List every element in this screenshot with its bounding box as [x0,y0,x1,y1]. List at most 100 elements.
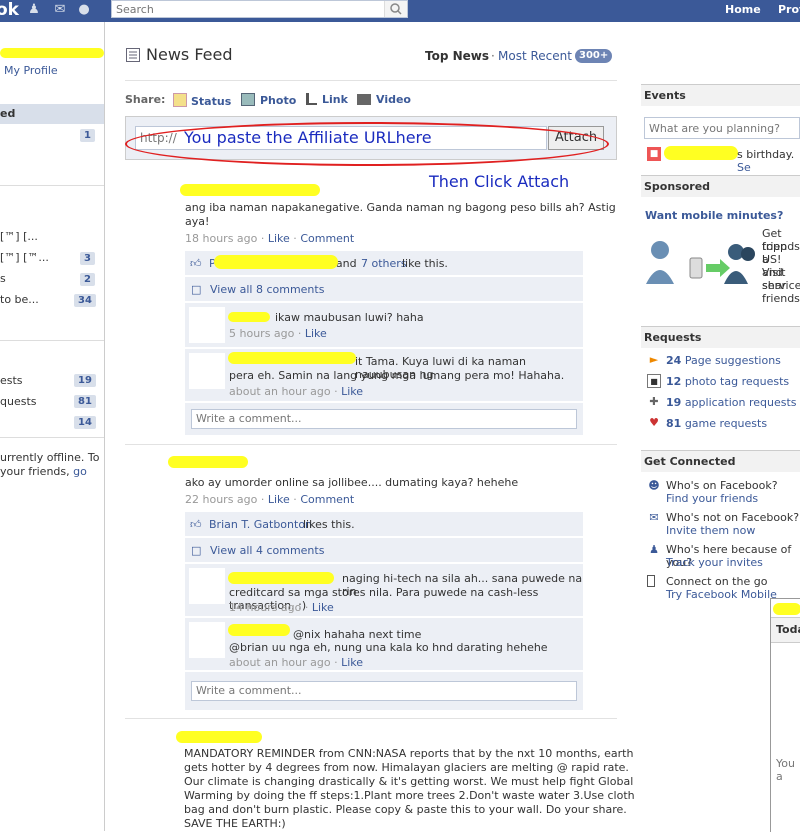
comment-like-link[interactable]: Like [312,601,334,614]
comments-icon: □ [191,544,202,557]
ad-title-link[interactable]: Want mobile minutes? [645,209,783,222]
comment-time: 5 hours ago [229,327,295,340]
comment-time: about an hour ago [229,656,331,669]
search-button[interactable] [384,1,407,17]
nav-profile-link[interactable]: Profile [778,3,800,16]
sidebar-item[interactable]: to be... [0,293,39,306]
redacted-name-highlight [228,624,290,636]
messages-icon[interactable]: ✉ [52,2,68,18]
sidebar-selected-label: ed [0,107,16,120]
request-item[interactable]: 24 Page suggestions [666,354,781,367]
redacted-name-highlight [214,255,338,269]
request-item[interactable]: 81 game requests [666,417,767,430]
share-photo-button[interactable]: Photo [241,93,296,107]
write-comment-input[interactable]: Write a comment... [191,409,577,429]
likes-others-link[interactable]: 7 others [361,257,407,270]
find-friends-link[interactable]: Find your friends [666,492,758,505]
facebook-mobile-link[interactable]: Try Facebook Mobile [666,588,777,601]
comment-avatar[interactable] [189,568,225,604]
see-all-link[interactable]: Se [737,161,751,174]
my-profile-link[interactable]: My Profile [4,64,58,77]
comment-time: about an hour ago [229,385,331,398]
sidebar-count: 34 [74,294,96,307]
share-video-button[interactable]: Video [357,93,411,106]
mobile-phone-icon [647,575,655,587]
most-recent-tab[interactable]: Most Recent [498,49,572,63]
like-link[interactable]: Like [268,232,290,245]
top-news-tab[interactable]: Top News [425,49,489,63]
redacted-name-highlight [0,48,104,58]
chat-offline-text: your friends, go [0,465,87,478]
comment-link[interactable]: Comment [300,493,354,506]
chat-status-text: You a [776,757,795,783]
comment-like-link[interactable]: Like [341,656,363,669]
connect-question: Connect on the go [666,575,768,588]
likes-name[interactable]: Brian T. Gatbonton [209,518,312,531]
sidebar-item[interactable]: s [0,272,6,285]
comment-meta: about an hour ago · Like [229,656,364,669]
comment-avatar[interactable] [189,622,225,658]
write-comment-input[interactable]: Write a comment... [191,681,577,701]
go-online-link[interactable]: go [73,465,87,478]
comment-avatar[interactable] [189,307,225,343]
request-label: photo tag requests [684,375,790,388]
sidebar-count: 19 [74,374,96,387]
status-icon [173,93,187,107]
view-all-comments-link[interactable]: View all 4 comments [210,544,324,557]
facebook-logo[interactable]: ok [0,0,19,20]
redacted-name-highlight [176,731,262,743]
ad-image[interactable] [644,234,756,298]
share-link-button[interactable]: Link [306,93,348,106]
comment-like-link[interactable]: Like [305,327,327,340]
event-input-placeholder: What are you planning? [649,122,780,135]
track-invites-link[interactable]: Track your invites [666,556,763,569]
comment-text: @nix hahaha next time [293,628,422,641]
like-link[interactable]: Like [268,493,290,506]
comment: ikaw maubusan luwi? haha 5 hours ago · L… [185,303,583,347]
view-all-row[interactable]: □ View all 8 comments [185,277,583,301]
story-divider [125,718,617,719]
friend-requests-icon[interactable]: ♟ [26,2,42,18]
search-input[interactable] [112,1,386,17]
comment-link[interactable]: Comment [300,232,354,245]
request-item[interactable]: 12 photo tag requests [666,375,789,388]
story-avatar[interactable] [128,184,164,220]
gift-icon: ■ [647,147,661,161]
birthday-label: s birthday. [737,148,795,161]
chat-popup[interactable]: Toda You a [770,598,800,832]
sidebar-item[interactable]: quests [0,395,37,408]
story-avatar[interactable] [128,454,164,490]
redacted-name-highlight [228,352,356,364]
story-text: MANDATORY REMINDER from CNN:NASA reports… [184,747,634,760]
like-thumb-icon: 👍︎ [190,518,202,531]
share-status-button[interactable]: Status [173,93,231,108]
page-suggestion-icon: ► [649,353,659,366]
redacted-name-highlight [228,572,334,584]
sidebar-selected-item[interactable]: ed [0,104,104,124]
invite-icon: ✉ [649,511,659,524]
recent-count-badge[interactable]: 300+ [575,49,613,63]
story-avatar[interactable] [128,728,164,764]
comment-avatar[interactable] [189,353,225,389]
request-label: Page suggestions [684,354,781,367]
sidebar-count: 14 [74,416,96,429]
likes-suffix: likes this. [303,518,355,531]
view-all-row[interactable]: □ View all 4 comments [185,538,583,562]
request-count: 12 [666,375,682,388]
notifications-globe-icon[interactable]: ● [76,2,92,18]
sidebar-item[interactable]: ests [0,374,23,387]
comment-like-link[interactable]: Like [341,385,363,398]
redacted-name-highlight [228,312,270,322]
invite-link[interactable]: Invite them now [666,524,755,537]
event-input[interactable]: What are you planning? [644,117,800,139]
view-all-comments-link[interactable]: View all 8 comments [210,283,324,296]
sidebar-item[interactable]: [™] [™... [0,251,49,264]
nav-home-link[interactable]: Home [725,3,761,16]
chat-date-label: Toda [776,623,800,636]
news-feed-icon [126,48,140,62]
story-text: ang iba naman napakanegative. Ganda nama… [185,201,616,214]
redacted-name-highlight [773,603,800,615]
request-item[interactable]: 19 application requests [666,396,797,409]
sidebar-item[interactable]: [™] [... [0,230,38,243]
connect-question: Who's on Facebook? [666,479,778,492]
